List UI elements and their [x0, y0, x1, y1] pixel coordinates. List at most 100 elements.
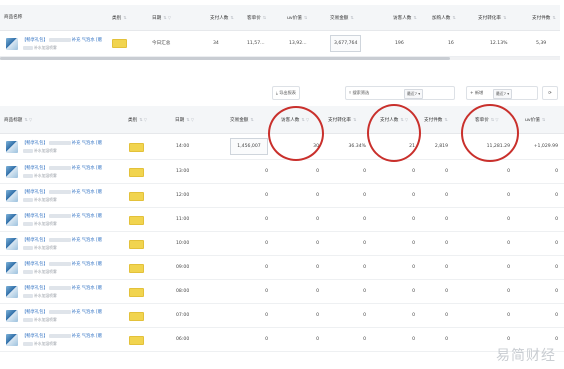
product-thumbnail[interactable]: [6, 334, 18, 346]
row-date: 10:00: [176, 241, 190, 246]
header-date[interactable]: 日期 ⇅ ▽: [152, 5, 171, 31]
product-title-link[interactable]: 【畅享礼包】 补充 气泡水 [赠: [22, 189, 102, 195]
row-pay-items: 0: [445, 217, 448, 222]
row-pay-users: 0: [412, 337, 415, 342]
product-thumbnail[interactable]: [6, 141, 18, 153]
row-date: 12:00: [176, 193, 190, 198]
header-conversion[interactable]: 支付转化率 ⇅: [478, 5, 506, 31]
row-pay-users: 0: [412, 265, 415, 270]
product-subtitle: 补水加湿喷雾: [22, 317, 57, 323]
product-subtitle: 补水加湿喷雾: [22, 45, 57, 51]
product-title-link[interactable]: 【畅享礼包】 补充 气泡水 [赠: [22, 309, 102, 315]
redacted-text: [23, 174, 33, 178]
product-title-link[interactable]: 【畅享礼包】 补充 气泡水 [赠: [22, 285, 102, 291]
summary-conversion: 12.13%: [490, 41, 508, 46]
product-thumbnail[interactable]: [6, 286, 18, 298]
row-pay-users: 0: [412, 313, 415, 318]
filter-control[interactable]: ▿ 搜索筛选 最近7 ▾: [345, 86, 455, 100]
category-tag: [129, 240, 144, 249]
product-thumbnail[interactable]: [6, 238, 18, 250]
refresh-icon[interactable]: ⟳: [542, 86, 558, 100]
product-thumbnail[interactable]: [6, 38, 18, 50]
annotation-circle-unit-price: [461, 104, 519, 162]
category-tag: [112, 39, 127, 48]
row-amount: 0: [265, 337, 268, 342]
header-date[interactable]: 日期 ⇅ ▽: [175, 106, 194, 134]
product-title-link[interactable]: 【畅享礼包】 补充 气泡水 [赠: [22, 165, 102, 171]
header-amount[interactable]: 交易金额 ⇅: [330, 5, 354, 31]
row-conversion: 0: [363, 217, 366, 222]
row-uv-value: 0: [555, 217, 558, 222]
row-amount: 1,456,007: [230, 138, 268, 155]
product-subtitle: 补水加湿喷雾: [22, 173, 57, 179]
category-tag: [129, 336, 144, 345]
row-visitors: 0: [316, 169, 319, 174]
summary-pay-items: 5,39: [536, 41, 547, 46]
header-category[interactable]: 类别 ⇅: [112, 5, 127, 31]
table-row: 【畅享礼包】 补充 气泡水 [赠 补水加湿喷雾 09:00 0 0 0 0 0 0 0: [0, 256, 564, 280]
redacted-text: [48, 333, 71, 338]
row-unit-price: 0: [507, 241, 510, 246]
export-button[interactable]: ⤓ 导出报表: [272, 86, 300, 100]
redacted-text: [23, 294, 33, 298]
product-thumbnail[interactable]: [6, 166, 18, 178]
table-row: 【畅享礼包】 补充 气泡水 [赠 补水加湿喷雾 08:00 0 0 0 0 0 0 0: [0, 280, 564, 304]
product-thumbnail[interactable]: [6, 190, 18, 202]
row-uv-value: 0: [555, 313, 558, 318]
header-uv-value[interactable]: uv价值 ⇅: [525, 106, 545, 134]
summary-table: 商品名称 类别 ⇅ 日期 ⇅ ▽ 支付人数 ⇅ 客单价 ⇅ uv价值 ⇅ 交易金额 ⇅ 访客…: [0, 0, 560, 62]
header-cart-users[interactable]: 加购人数 ⇅: [432, 5, 456, 31]
summary-date: 今日汇总: [152, 41, 171, 46]
category-tag: [129, 168, 144, 177]
header-product-title[interactable]: 商品标题 ⇅ ▽: [4, 106, 32, 134]
product-title-link[interactable]: 【畅享礼包】 补充 气泡水 [赠: [22, 213, 102, 219]
row-uv-value: 0: [555, 169, 558, 174]
header-pay-users[interactable]: 支付人数 ⇅: [210, 5, 234, 31]
header-conversion[interactable]: 支付转化率 ⇅: [328, 106, 356, 134]
product-thumbnail[interactable]: [6, 262, 18, 274]
row-uv-value: +1,029.99: [533, 144, 558, 149]
header-unit-price[interactable]: 客单价 ⇅: [247, 5, 266, 31]
header-pay-items[interactable]: 支付件数 ⇅: [424, 106, 448, 134]
redacted-text: [48, 213, 71, 218]
row-date: 09:00: [176, 265, 190, 270]
product-thumbnail[interactable]: [6, 214, 18, 226]
redacted-text: [23, 46, 33, 50]
row-amount: 0: [265, 193, 268, 198]
row-date: 07:00: [176, 313, 190, 318]
product-title-link[interactable]: 【畅享礼包】 补充 气泡水 [赠: [22, 140, 102, 146]
add-range-select[interactable]: 最近7 ▾: [493, 89, 513, 99]
header-visitors[interactable]: 访客人数 ⇅: [393, 5, 417, 31]
row-visitors: 0: [316, 337, 319, 342]
table-row: 【畅享礼包】 补充 气泡水 [赠 补水加湿喷雾 13:00 0 0 0 0 0 0 0: [0, 160, 564, 184]
add-control[interactable]: + 新增 最近7 ▾: [466, 86, 538, 100]
row-pay-items: 0: [445, 265, 448, 270]
filter-range-select[interactable]: 最近7 ▾: [404, 89, 424, 99]
header-category[interactable]: 类别 ⇅ ▽: [128, 106, 147, 134]
row-amount: 0: [265, 265, 268, 270]
horizontal-scrollbar-thumb[interactable]: [0, 57, 450, 60]
row-visitors: 0: [316, 217, 319, 222]
product-thumbnail[interactable]: [6, 310, 18, 322]
product-title-link[interactable]: 【畅享礼包】 补充 气泡水 [赠: [22, 261, 102, 267]
summary-visitors: 196: [395, 41, 404, 46]
watermark-logo-text: 易简财经: [496, 348, 556, 364]
product-title-link[interactable]: 【畅享礼包】 补充 气泡水 [赠: [22, 237, 102, 243]
row-conversion: 36.34%: [348, 144, 366, 149]
row-date: 11:00: [176, 217, 190, 222]
row-visitors: 0: [316, 241, 319, 246]
product-title-link[interactable]: 【畅享礼包】 补充 气泡水 [赠: [22, 333, 102, 339]
table-row: 【畅享礼包】 补充 气泡水 [赠 补水加湿喷雾 11:00 0 0 0 0 0 0 0: [0, 208, 564, 232]
row-uv-value: 0: [555, 241, 558, 246]
header-amount[interactable]: 交易金额 ⇅: [230, 106, 254, 134]
product-title-link[interactable]: 【畅享礼包】 补充 气泡水 [赠: [22, 37, 102, 43]
category-tag: [129, 264, 144, 273]
row-date: 13:00: [176, 169, 190, 174]
header-product-name[interactable]: 商品名称: [4, 5, 22, 31]
redacted-text: [23, 318, 33, 322]
table-row: 【畅享礼包】 补充 气泡水 [赠 补水加湿喷雾 07:00 0 0 0 0 0 0 0: [0, 304, 564, 328]
row-pay-items: 2,819: [434, 144, 448, 149]
header-uv-value[interactable]: uv价值 ⇅: [287, 5, 307, 31]
header-pay-items[interactable]: 支付件数 ⇅: [532, 5, 556, 31]
row-visitors: 0: [316, 313, 319, 318]
